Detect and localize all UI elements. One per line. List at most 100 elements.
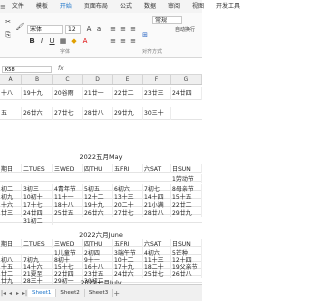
col-f-header[interactable]: F	[143, 75, 171, 84]
formula-bar: K58 fx	[0, 65, 202, 75]
tab-formulas[interactable]: 公式	[114, 0, 138, 13]
weekday-label[interactable]: 期日	[0, 164, 22, 173]
cell[interactable]: 30三十	[143, 107, 171, 120]
menu-tab-bar: ≡ 文件 模板 开始 页面布局 公式 数据 审阅 视图 开发工具	[0, 0, 240, 14]
cell[interactable]: 21廿一	[83, 87, 113, 100]
cell[interactable]: 1劳动节	[171, 174, 202, 183]
last-sheet-icon[interactable]: ▸|	[21, 290, 28, 297]
fx-icon[interactable]: fx	[58, 65, 64, 72]
table-row: 十五 14十六 15十七 16十八 17十九 18二十 19父亲节	[0, 262, 202, 271]
col-d-header[interactable]: D	[83, 75, 113, 84]
month-title-june[interactable]: 2022六月June	[0, 229, 202, 239]
table-row: 廿三 24廿四 25廿五 26廿六 27廿七 28廿八 29廿九	[0, 208, 202, 217]
next-sheet-icon[interactable]: ▸	[14, 290, 21, 297]
cell[interactable]: 27廿七	[53, 107, 83, 120]
col-c-header[interactable]: C	[53, 75, 83, 84]
cell[interactable]: 28廿八	[83, 107, 113, 120]
cell[interactable]: 十八	[0, 87, 22, 100]
table-row: 1劳动节	[0, 174, 202, 183]
tab-data[interactable]: 数据	[138, 0, 162, 13]
format-painter-icon[interactable]: 🖌	[15, 22, 25, 32]
cell[interactable]: 26廿六	[22, 107, 53, 120]
sheet-tab-bar: |◂ ◂ ▸ ▸| Sheet1 Sheet2 Sheet3 +	[0, 284, 202, 301]
cell[interactable]: 19十九	[22, 87, 53, 100]
tab-review[interactable]: 审阅	[162, 0, 186, 13]
weekday-label[interactable]: 期日	[0, 239, 22, 248]
tab-template[interactable]: 模板	[30, 0, 54, 13]
table-row: 1儿童节 2初四 3端午节 4初六 5芒种	[0, 248, 202, 257]
font-group-label: 字体	[60, 49, 71, 55]
table-row: 廿二 21夏至 22廿四 23廿五 24廿六 25廿七 26廿八	[0, 269, 202, 278]
border-icon[interactable]: ▦	[58, 36, 68, 46]
table-row: 31初二	[0, 216, 202, 225]
cell[interactable]: 29廿九	[113, 107, 143, 120]
cell[interactable]: 23廿三	[143, 87, 171, 100]
table-row: 十六 17十七 18十八 19十九 20二十 21小满 22廿二	[0, 200, 202, 209]
tab-page-layout[interactable]: 页面布局	[78, 0, 114, 13]
wrap-text-button[interactable]: 自动换行	[175, 26, 195, 33]
tab-view[interactable]: 视图	[186, 0, 210, 13]
weekday-label[interactable]: 二TUES	[22, 164, 53, 173]
align-middle-icon[interactable]: ≡	[118, 24, 128, 34]
decrease-font-icon[interactable]: a	[94, 24, 104, 34]
weekday-label[interactable]: 四THU	[83, 164, 113, 173]
align-top-icon[interactable]: ≡	[108, 24, 118, 34]
cell[interactable]: 31初二	[22, 216, 53, 225]
table-row: 五 26廿六 27廿七 28廿八 29廿九 30三十	[0, 107, 202, 120]
sheet-tab-sheet3[interactable]: Sheet3	[85, 289, 114, 297]
tab-developer[interactable]: 开发工具	[210, 0, 246, 13]
table-row: 初二 3初三 4青年节 5初五 6初六 7初七 8母亲节	[0, 184, 202, 193]
font-name-select[interactable]: 宋体	[27, 25, 63, 34]
weekday-label[interactable]: 日SUN	[171, 164, 202, 173]
sheet-tab-sheet2[interactable]: Sheet2	[56, 289, 85, 297]
weekday-label[interactable]: 六SAT	[143, 239, 171, 248]
number-format-select[interactable]: 常规	[152, 16, 182, 24]
copy-icon[interactable]: ⎘	[3, 30, 13, 40]
weekday-label[interactable]: 六SAT	[143, 164, 171, 173]
table-row: 初八 7初九 8初十 9十一 10十二 11十三 12十四	[0, 255, 202, 264]
bold-icon[interactable]: B	[27, 36, 37, 46]
weekday-label[interactable]: 三WED	[53, 239, 83, 248]
fill-color-icon[interactable]: ◆	[69, 36, 79, 46]
weekday-label[interactable]: 二TUES	[22, 239, 53, 248]
table-row: 初九 10初十 11十一 12十二 13十三 14十四 15十五	[0, 192, 202, 201]
spreadsheet-grid[interactable]: 十八 19十九 20谷雨 21廿一 22廿二 23廿三 24廿四 五 26廿六 …	[0, 84, 202, 284]
align-bottom-icon[interactable]: ≡	[128, 24, 138, 34]
cell[interactable]: 24廿四	[171, 87, 202, 100]
tab-file[interactable]: 文件	[6, 0, 30, 13]
cell[interactable]: 五	[0, 107, 22, 120]
weekday-label[interactable]: 三WED	[53, 164, 83, 173]
col-e-header[interactable]: E	[113, 75, 143, 84]
align-center-icon[interactable]: ≡	[118, 36, 128, 46]
weekday-header-row: 期日 二TUES 三WED 四THU 五FRI 六SAT 日SUN	[0, 164, 202, 173]
merge-center-icon[interactable]: ⊞	[140, 30, 150, 40]
add-sheet-icon[interactable]: +	[113, 289, 120, 298]
name-box[interactable]: K58	[2, 66, 52, 73]
align-left-icon[interactable]: ≡	[108, 36, 118, 46]
increase-font-icon[interactable]: A	[84, 24, 94, 34]
sheet-tab-sheet1[interactable]: Sheet1	[28, 289, 57, 297]
alignment-group-label: 对齐方式	[142, 49, 163, 55]
table-row: 十八 19十九 20谷雨 21廿一 22廿二 23廿三 24廿四	[0, 87, 202, 100]
cut-icon[interactable]: ✂	[3, 17, 13, 27]
weekday-header-row: 期日 二TUES 三WED 四THU 五FRI 六SAT 日SUN	[0, 239, 202, 248]
align-right-icon[interactable]: ≡	[128, 36, 138, 46]
underline-icon[interactable]: U	[47, 36, 57, 46]
tab-home[interactable]: 开始	[53, 0, 78, 14]
cell[interactable]: 22廿二	[113, 87, 143, 100]
col-a-header[interactable]: A	[0, 75, 22, 84]
col-b-header[interactable]: B	[22, 75, 53, 84]
weekday-label[interactable]: 五FRI	[113, 164, 143, 173]
month-title-may[interactable]: 2022五月May	[0, 151, 202, 161]
weekday-label[interactable]: 四THU	[83, 239, 113, 248]
first-sheet-icon[interactable]: |◂	[0, 290, 7, 297]
ribbon: ✂ ⎘ 🖌 宋体 12 A a B I U ▦ ◆ A 字体 ≡ ≡ ≡ ≡ ≡…	[0, 13, 202, 58]
prev-sheet-icon[interactable]: ◂	[7, 290, 14, 297]
italic-icon[interactable]: I	[37, 36, 47, 46]
weekday-label[interactable]: 日SUN	[171, 239, 202, 248]
font-color-icon[interactable]: A	[80, 36, 90, 46]
cell[interactable]: 20谷雨	[53, 87, 83, 100]
weekday-label[interactable]: 五FRI	[113, 239, 143, 248]
font-size-select[interactable]: 12	[65, 25, 81, 34]
col-g-header[interactable]: G	[171, 75, 202, 84]
